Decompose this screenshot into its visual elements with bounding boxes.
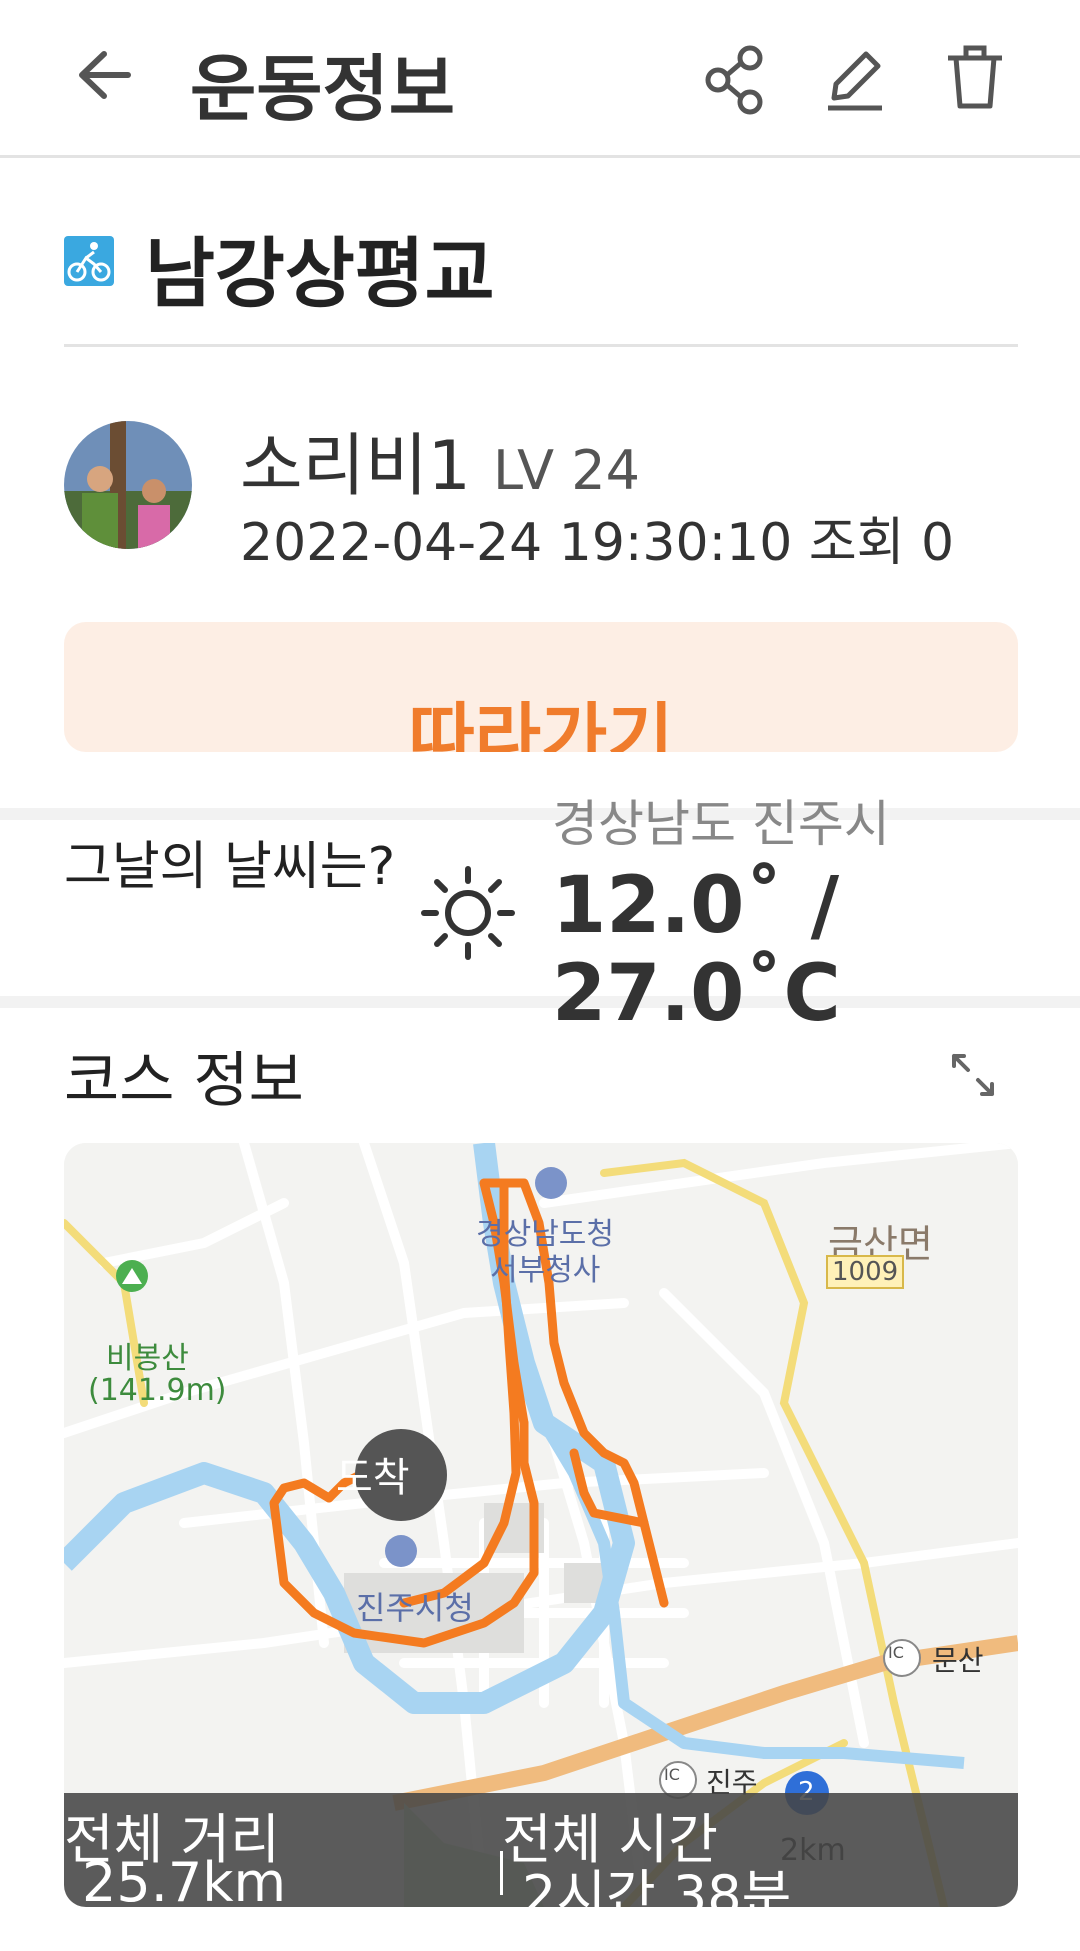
page-title: 운동정보 xyxy=(190,47,455,131)
weather-label: 그날의 날씨는? xyxy=(64,837,396,897)
sun-icon xyxy=(418,863,518,963)
course-title: 코스 정보 xyxy=(64,1046,304,1116)
section-divider xyxy=(0,808,1080,820)
divider xyxy=(64,344,1018,347)
expand-icon[interactable] xyxy=(948,1050,998,1100)
user-level: LV 24 xyxy=(492,439,640,502)
distance-value: 25.7km xyxy=(82,1851,287,1907)
view-count: 조회 0 xyxy=(808,513,955,573)
weather-region: 경상남도 진주시 xyxy=(552,795,890,853)
share-icon[interactable] xyxy=(700,40,770,120)
post-datetime: 2022-04-24 19:30:10 xyxy=(240,513,793,573)
map-ic-label: IC xyxy=(664,1765,680,1784)
post-meta: 2022-04-24 19:30:10 조회 0 xyxy=(240,500,954,575)
avatar[interactable] xyxy=(64,421,192,549)
exercise-title: 남강상평교 xyxy=(145,229,495,318)
top-bar xyxy=(0,0,1080,158)
map-label-office2: 서부청사 xyxy=(490,1253,601,1288)
map-label-arrive: 도착 xyxy=(336,1455,410,1501)
username[interactable]: 소리비1 xyxy=(240,427,471,506)
back-arrow-icon[interactable] xyxy=(70,40,140,110)
weather-temperature: 12.0˚ / 27.0˚C xyxy=(552,862,841,1038)
map-ic-label: IC xyxy=(888,1643,904,1662)
time-value: 2시간 38분 xyxy=(522,1864,792,1907)
temperature-high: 27.0˚C xyxy=(552,949,841,1039)
edit-pencil-icon[interactable] xyxy=(820,40,890,120)
follow-button-label: 따라가기 xyxy=(408,695,674,752)
course-stats-bar: 전체 거리 25.7km 전체 시간 2시간 38분 xyxy=(64,1793,1018,1907)
map-label-munsan: 문산 xyxy=(932,1644,984,1677)
cycling-icon xyxy=(64,236,114,286)
trash-icon[interactable] xyxy=(940,40,1010,120)
course-map[interactable]: 도착 진주시청 경상남도청 서부청사 금산면 1009 비봉산 (141.9m)… xyxy=(64,1143,1018,1907)
temperature-low: 12.0˚ / xyxy=(552,861,840,951)
user-name-row: 소리비1 LV 24 xyxy=(240,410,640,509)
map-label-city-hall: 진주시청 xyxy=(356,1589,474,1627)
map-label-mountain-height: (141.9m) xyxy=(88,1373,227,1408)
section-divider xyxy=(0,996,1080,1008)
follow-button[interactable]: 따라가기 xyxy=(64,622,1018,752)
map-label-road: 1009 xyxy=(826,1255,905,1289)
map-label-mountain: 비봉산 xyxy=(106,1341,189,1376)
